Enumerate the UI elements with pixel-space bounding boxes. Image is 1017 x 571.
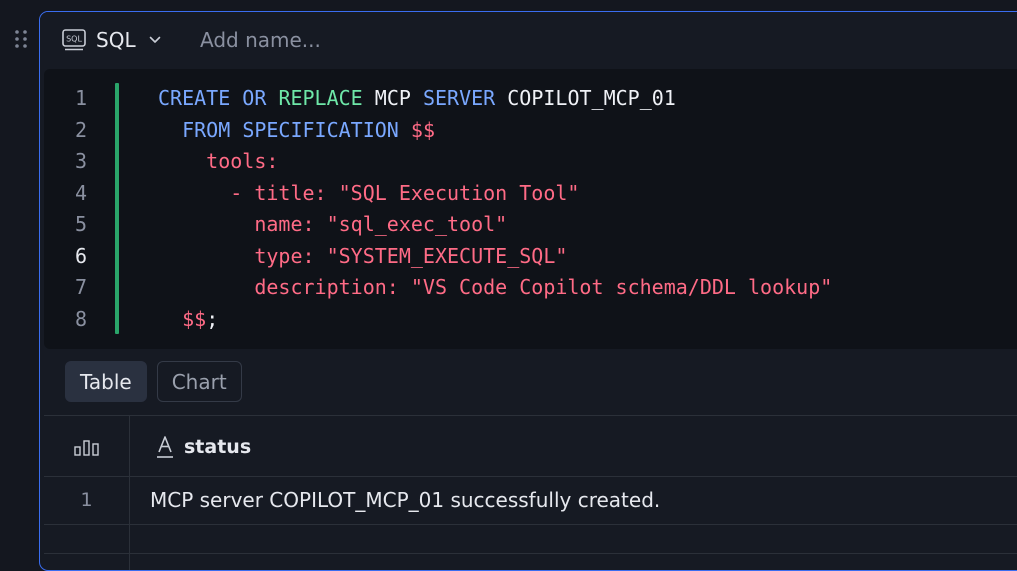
code-token: $$ xyxy=(410,117,435,142)
tab-table[interactable]: Table xyxy=(65,361,147,402)
column-name: status xyxy=(184,436,252,458)
code-text: name: "sql_exec_tool" xyxy=(158,209,507,241)
code-line[interactable]: 4 - title: "SQL Execution Tool" xyxy=(44,178,1017,210)
language-selector[interactable]: SQL SQL xyxy=(62,26,162,54)
code-line[interactable]: 8 $$; xyxy=(44,304,1017,336)
cell-name-input[interactable] xyxy=(198,25,498,55)
result-tabs: Table Chart xyxy=(65,361,242,403)
sql-cell[interactable]: SQL SQL 1 CREATE OR REPLACE MCP SERVER CO… xyxy=(39,11,1017,571)
code-text: description: "VS Code Copilot schema/DDL… xyxy=(158,272,832,304)
drag-handle-icon[interactable] xyxy=(14,29,28,49)
sql-icon: SQL xyxy=(62,29,86,51)
code-token: tools: xyxy=(158,149,279,173)
code-line[interactable]: 2 FROM SPECIFICATION $$ xyxy=(44,115,1017,147)
code-line[interactable]: 3 tools: xyxy=(44,146,1017,178)
code-text: $$; xyxy=(158,304,218,336)
table-row[interactable]: 1 MCP server COPILOT_MCP_01 successfully… xyxy=(44,477,1017,525)
line-number: 1 xyxy=(74,86,87,110)
code-line[interactable]: 1 CREATE OR REPLACE MCP SERVER COPILOT_MC… xyxy=(44,83,1017,115)
column-header-status[interactable]: status xyxy=(156,432,251,462)
code-token: name: "sql_exec_tool" xyxy=(158,212,508,236)
row-index: 1 xyxy=(80,489,93,511)
code-token: ; xyxy=(206,306,219,331)
code-token: COPILOT_MCP_01 xyxy=(507,86,676,110)
code-token: MCP xyxy=(374,86,411,110)
code-token: type: "SYSTEM_EXECUTE_SQL" xyxy=(158,243,568,268)
status-cell[interactable]: MCP server COPILOT_MCP_01 successfully c… xyxy=(150,488,660,512)
code-text: tools: xyxy=(158,146,278,178)
code-line[interactable]: 7 description: "VS Code Copilot schema/D… xyxy=(44,272,1017,304)
code-text: - title: "SQL Execution Tool" xyxy=(158,178,579,210)
line-number: 3 xyxy=(74,149,87,173)
text-type-icon xyxy=(156,435,174,459)
language-label: SQL xyxy=(96,28,136,52)
code-token: SERVER xyxy=(422,86,496,110)
line-number: 8 xyxy=(74,306,87,331)
line-number: 6 xyxy=(74,243,87,268)
line-number: 4 xyxy=(74,180,87,205)
code-token: OR xyxy=(242,86,267,110)
code-token: $$ xyxy=(182,306,207,331)
line-number: 5 xyxy=(74,212,87,236)
code-editor[interactable]: 1 CREATE OR REPLACE MCP SERVER COPILOT_MC… xyxy=(44,69,1017,349)
cell-header: SQL SQL xyxy=(40,12,1017,69)
results-header: status xyxy=(44,416,1017,477)
line-number: 2 xyxy=(74,117,87,142)
code-token: FROM xyxy=(182,117,231,142)
svg-text:SQL: SQL xyxy=(66,35,82,44)
code-line[interactable]: 5 name: "sql_exec_tool" xyxy=(44,209,1017,241)
code-text: FROM SPECIFICATION $$ xyxy=(158,115,435,147)
line-number: 7 xyxy=(74,275,87,299)
tab-chart[interactable]: Chart xyxy=(156,361,242,402)
code-token: CREATE xyxy=(158,86,231,110)
results-table: status 1 MCP server COPILOT_MCP_01 succe… xyxy=(44,415,1017,570)
table-row-empty xyxy=(44,526,1017,554)
code-token: SPECIFICATION xyxy=(242,117,399,142)
code-token: - title: "SQL Execution Tool" xyxy=(158,180,580,205)
code-token: REPLACE xyxy=(278,86,363,110)
code-line[interactable]: 6 type: "SYSTEM_EXECUTE_SQL" xyxy=(44,241,1017,273)
code-token: description: "VS Code Copilot schema/DDL… xyxy=(158,275,833,299)
chevron-down-icon xyxy=(136,33,162,47)
code-text: type: "SYSTEM_EXECUTE_SQL" xyxy=(158,241,567,273)
code-text: CREATE OR REPLACE MCP SERVER COPILOT_MCP… xyxy=(158,83,676,115)
